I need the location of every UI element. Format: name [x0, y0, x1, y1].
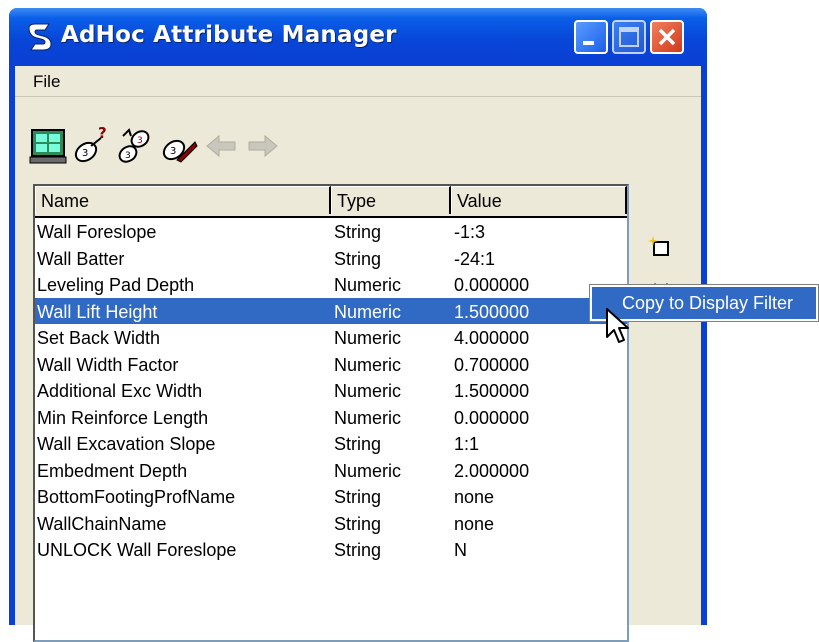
- attribute-copy-icon[interactable]: 3 3: [115, 126, 155, 166]
- table-row[interactable]: Wall Width Factor Numeric 0.700000: [35, 351, 627, 378]
- cell-value: 0.700000: [454, 354, 530, 375]
- cell-value: 0.000000: [454, 275, 530, 295]
- window-title: AdHoc Attribute Manager: [61, 22, 397, 48]
- cell-type: Numeric: [334, 354, 402, 375]
- cell-type: Numeric: [334, 407, 402, 428]
- table-row[interactable]: Wall Batter String -24:1: [35, 245, 627, 272]
- app-logo-icon: [28, 23, 52, 51]
- cell-name: Additional Exc Width: [37, 381, 203, 401]
- svg-text:3: 3: [125, 151, 131, 161]
- cell-name: UNLOCK Wall Foreslope: [37, 540, 237, 560]
- column-header-type[interactable]: Type: [331, 186, 451, 214]
- cell-name: WallChainName: [37, 513, 167, 534]
- cell-value: none: [454, 513, 495, 534]
- cell-value: 4.000000: [454, 328, 530, 348]
- svg-text:?: ?: [98, 126, 107, 142]
- title-bar[interactable]: AdHoc Attribute Manager: [9, 8, 707, 66]
- menu-bar: File: [15, 66, 701, 97]
- cell-name: BottomFootingProfName: [37, 487, 236, 507]
- cell-type: Numeric: [334, 381, 402, 401]
- cell-value: -24:1: [454, 248, 496, 269]
- svg-text:3: 3: [82, 148, 88, 159]
- cell-type: String: [334, 487, 382, 507]
- cell-value: 0.000000: [454, 407, 530, 428]
- client-area: File 3 ? 3 3 3 Name Type Value Wall Fore…: [15, 66, 701, 642]
- svg-text:3: 3: [137, 136, 143, 146]
- cell-name: Embedment Depth: [37, 460, 188, 481]
- table-row[interactable]: Embedment Depth Numeric 2.000000: [35, 457, 627, 484]
- cell-value: 1:1: [454, 434, 480, 454]
- close-button[interactable]: [650, 20, 684, 54]
- table-row[interactable]: WallChainName String none: [35, 510, 627, 537]
- maximize-icon: [619, 27, 639, 47]
- cell-value: 2.000000: [454, 460, 530, 481]
- display-window-icon[interactable]: [29, 126, 69, 166]
- cell-value: 1.500000: [454, 301, 530, 322]
- attribute-list[interactable]: Name Type Value Wall Foreslope String -1…: [33, 184, 629, 642]
- cell-type: String: [334, 434, 382, 454]
- table-row[interactable]: Set Back Width Numeric 4.000000: [35, 324, 627, 351]
- table-row[interactable]: UNLOCK Wall Foreslope String N: [35, 536, 627, 563]
- table-row[interactable]: BottomFootingProfName String none: [35, 483, 627, 510]
- cell-value: none: [454, 487, 495, 507]
- attribute-query-icon[interactable]: 3 ?: [71, 126, 111, 166]
- maximize-button[interactable]: [612, 20, 646, 54]
- cell-name: Wall Excavation Slope: [37, 434, 216, 454]
- cell-type: String: [334, 222, 382, 242]
- cell-type: String: [334, 248, 382, 269]
- cell-type: Numeric: [334, 460, 402, 481]
- cell-value: N: [454, 540, 467, 560]
- cell-type: Numeric: [334, 328, 402, 348]
- table-row[interactable]: Min Reinforce Length Numeric 0.000000: [35, 404, 627, 431]
- column-header-name[interactable]: Name: [35, 186, 331, 214]
- mouse-cursor-icon: [606, 308, 629, 343]
- table-row[interactable]: Leveling Pad Depth Numeric 0.000000: [35, 271, 627, 298]
- cell-name: Wall Lift Height: [37, 301, 158, 322]
- cell-type: String: [334, 513, 382, 534]
- cell-name: Wall Batter: [37, 248, 125, 269]
- cell-type: String: [334, 540, 382, 560]
- attribute-edit-icon[interactable]: 3: [159, 126, 199, 166]
- cell-type: Numeric: [334, 275, 402, 295]
- menu-file[interactable]: File: [33, 72, 60, 92]
- cell-name: Wall Width Factor: [37, 354, 179, 375]
- cell-value: -1:3: [454, 222, 486, 242]
- cell-type: Numeric: [334, 301, 402, 322]
- column-header-value[interactable]: Value: [451, 186, 627, 214]
- svg-text:3: 3: [170, 146, 176, 157]
- new-attribute-icon[interactable]: [647, 234, 673, 260]
- cell-name: Set Back Width: [37, 328, 161, 348]
- table-row-selected[interactable]: Wall Lift Height Numeric 1.500000: [35, 297, 627, 324]
- forward-arrow-icon[interactable]: [243, 126, 283, 166]
- cell-name: Min Reinforce Length: [37, 407, 209, 428]
- table-row[interactable]: Wall Foreslope String -1:3: [35, 218, 627, 245]
- close-icon: [658, 28, 676, 46]
- minimize-button[interactable]: [574, 20, 608, 54]
- back-arrow-icon[interactable]: [201, 126, 241, 166]
- cell-name: Wall Foreslope: [37, 222, 157, 242]
- minimize-icon: [583, 41, 594, 45]
- table-row[interactable]: Additional Exc Width Numeric 1.500000: [35, 377, 627, 404]
- list-header: Name Type Value: [35, 186, 627, 218]
- table-row[interactable]: Wall Excavation Slope String 1:1: [35, 430, 627, 457]
- cell-name: Leveling Pad Depth: [37, 275, 195, 295]
- cell-value: 1.500000: [454, 381, 530, 401]
